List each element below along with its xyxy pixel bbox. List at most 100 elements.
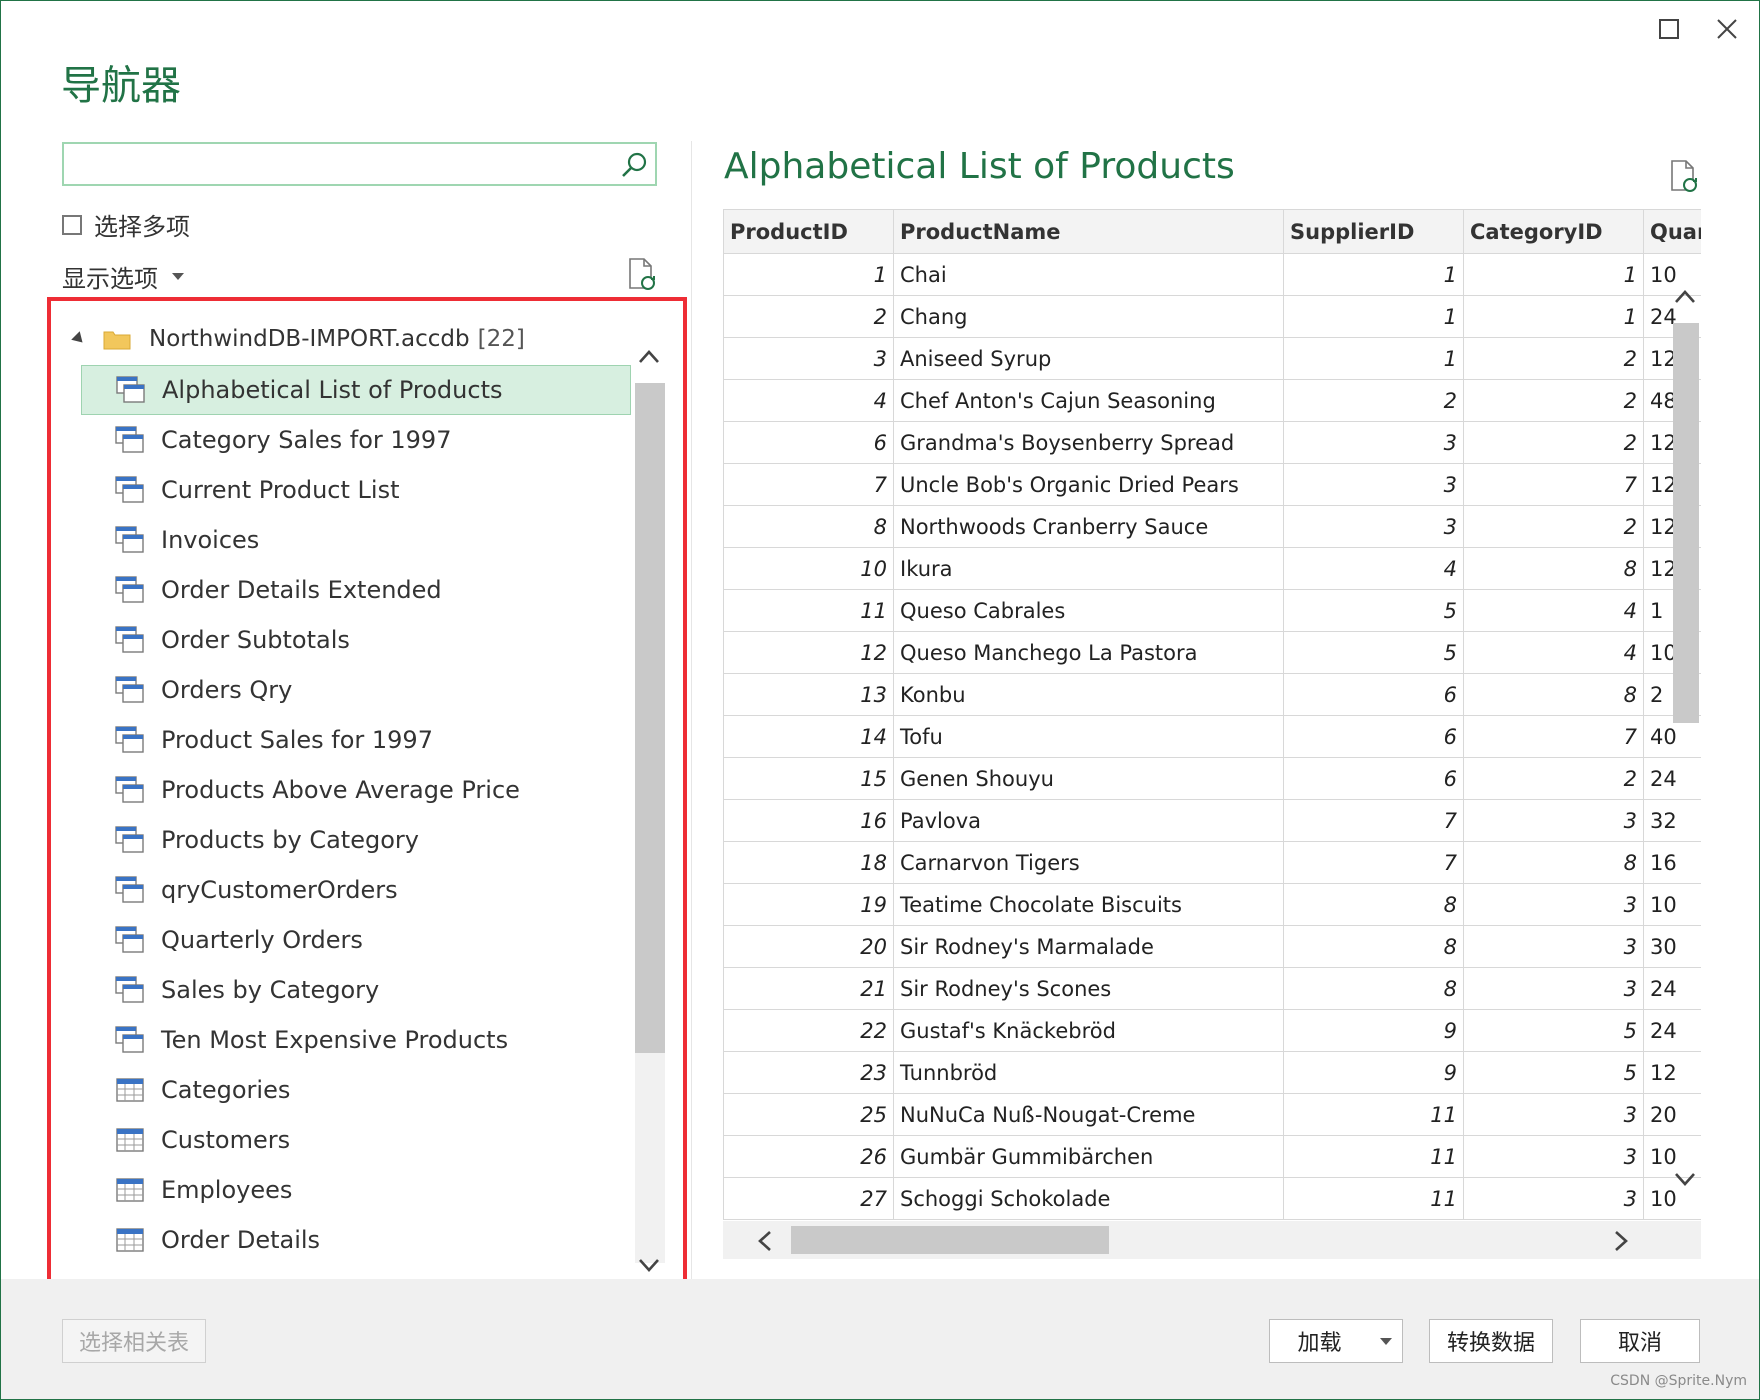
scroll-down-icon[interactable] bbox=[637, 1257, 661, 1275]
tree-item-label: qryCustomerOrders bbox=[161, 876, 398, 904]
view-icon bbox=[115, 476, 144, 503]
tree-item-label: Sales by Category bbox=[161, 976, 380, 1004]
transform-data-button[interactable]: 转换数据 bbox=[1429, 1319, 1553, 1363]
view-icon bbox=[115, 726, 144, 753]
cancel-button[interactable]: 取消 bbox=[1580, 1319, 1700, 1363]
table-cell: Sir Rodney's Marmalade bbox=[893, 925, 1284, 968]
select-multiple-toggle[interactable]: 选择多项 bbox=[62, 207, 190, 242]
tree-item[interactable]: Current Product List bbox=[81, 465, 631, 515]
tree-item-list: Alphabetical List of Products Category Sa… bbox=[81, 365, 631, 1265]
table-cell: Aniseed Syrup bbox=[893, 337, 1284, 380]
scroll-left-icon[interactable] bbox=[755, 1229, 773, 1253]
select-multiple-checkbox[interactable] bbox=[62, 214, 82, 235]
tree-scrollbar[interactable] bbox=[631, 315, 667, 1273]
select-related-tables-button[interactable]: 选择相关表 bbox=[62, 1319, 206, 1363]
table-cell: Chai bbox=[893, 253, 1284, 296]
table-cell: 5 bbox=[1283, 589, 1464, 632]
view-icon bbox=[115, 776, 144, 803]
table-cell: 3 bbox=[1463, 1093, 1644, 1136]
grid-horizontal-scrollbar[interactable] bbox=[723, 1221, 1701, 1259]
navigator-dialog: 导航器 选择多项 显示选项 NorthwindDB-IMPORT.accdb [… bbox=[0, 0, 1760, 1400]
tree-item[interactable]: Orders Qry bbox=[81, 665, 631, 715]
scroll-down-icon[interactable] bbox=[1673, 1171, 1697, 1189]
tree-item[interactable]: Quarterly Orders bbox=[81, 915, 631, 965]
tree-item[interactable]: Order Details Extended bbox=[81, 565, 631, 615]
table-cell: 3 bbox=[1463, 799, 1644, 842]
tree-item[interactable]: qryCustomerOrders bbox=[81, 865, 631, 915]
tree-item[interactable]: Alphabetical List of Products bbox=[81, 365, 631, 415]
tree-item[interactable]: Order Subtotals bbox=[81, 615, 631, 665]
table-cell: 5 bbox=[1283, 631, 1464, 674]
tree-item[interactable]: Category Sales for 1997 bbox=[81, 415, 631, 465]
table-cell: Chef Anton's Cajun Seasoning bbox=[893, 379, 1284, 422]
table-cell: 1 bbox=[1283, 253, 1464, 296]
search-box[interactable] bbox=[62, 142, 657, 186]
table-cell: 9 bbox=[1283, 1009, 1464, 1052]
column-header[interactable]: ProductName bbox=[893, 209, 1284, 254]
table-cell: 6 bbox=[1283, 715, 1464, 758]
column-header[interactable]: ProductID bbox=[723, 209, 894, 254]
column-header[interactable]: SupplierID bbox=[1283, 209, 1464, 254]
chevron-down-icon bbox=[172, 273, 184, 280]
table-cell: 8 bbox=[1283, 925, 1464, 968]
refresh-icon[interactable] bbox=[627, 257, 657, 291]
tree-item[interactable]: Sales by Category bbox=[81, 965, 631, 1015]
column-header[interactable]: CategoryID bbox=[1463, 209, 1644, 254]
tree-item-label: Invoices bbox=[161, 526, 260, 554]
maximize-icon bbox=[1659, 19, 1679, 39]
table-cell: 21 bbox=[723, 967, 894, 1010]
view-icon bbox=[116, 376, 145, 403]
load-options-button[interactable] bbox=[1369, 1319, 1403, 1363]
table-cell: 7 bbox=[1283, 799, 1464, 842]
tree-item-label: Orders Qry bbox=[161, 676, 293, 704]
view-icon bbox=[115, 576, 144, 603]
table-cell: 3 bbox=[1463, 1177, 1644, 1220]
table-cell: 2 bbox=[1463, 505, 1644, 548]
table-row: 25 NuNuCa Nuß-Nougat-Creme 11 3 20 bbox=[723, 1093, 1701, 1136]
table-cell: 27 bbox=[723, 1177, 894, 1220]
table-cell: 14 bbox=[723, 715, 894, 758]
tree-item[interactable]: Customers bbox=[81, 1115, 631, 1165]
expand-icon[interactable] bbox=[71, 331, 87, 347]
scroll-thumb[interactable] bbox=[791, 1226, 1109, 1254]
table-cell: Grandma's Boysenberry Spread bbox=[893, 421, 1284, 464]
table-cell: 4 bbox=[723, 379, 894, 422]
table-cell: 7 bbox=[723, 463, 894, 506]
scroll-right-icon[interactable] bbox=[1613, 1229, 1631, 1253]
search-icon[interactable] bbox=[619, 150, 649, 180]
tree-item[interactable]: Order Details bbox=[81, 1215, 631, 1265]
refresh-preview-icon[interactable] bbox=[1669, 159, 1699, 193]
table-cell: 16 bbox=[723, 799, 894, 842]
scroll-up-icon[interactable] bbox=[637, 347, 661, 365]
table-cell: Queso Manchego La Pastora bbox=[893, 631, 1284, 674]
table-cell: 4 bbox=[1463, 589, 1644, 632]
search-input[interactable] bbox=[72, 150, 596, 180]
scroll-up-icon[interactable] bbox=[1673, 287, 1697, 305]
close-button[interactable] bbox=[1707, 13, 1747, 45]
load-button[interactable]: 加载 bbox=[1269, 1319, 1370, 1363]
table-cell: 3 bbox=[1463, 1135, 1644, 1178]
table-row: 1 Chai 1 1 10 bbox=[723, 253, 1701, 296]
tree-item[interactable]: Ten Most Expensive Products bbox=[81, 1015, 631, 1065]
scroll-thumb[interactable] bbox=[635, 383, 665, 1053]
table-row: 14 Tofu 6 7 40 bbox=[723, 715, 1701, 758]
column-header[interactable]: Quan bbox=[1643, 209, 1701, 254]
tree-item[interactable]: Invoices bbox=[81, 515, 631, 565]
tree-item[interactable]: Products Above Average Price bbox=[81, 765, 631, 815]
grid-vertical-scrollbar[interactable] bbox=[1669, 281, 1701, 1201]
table-cell: 3 bbox=[1463, 883, 1644, 926]
scroll-thumb[interactable] bbox=[1673, 323, 1699, 723]
tree-root-database[interactable]: NorthwindDB-IMPORT.accdb [22] bbox=[71, 321, 525, 357]
maximize-button[interactable] bbox=[1649, 13, 1689, 45]
display-options-dropdown[interactable]: 显示选项 bbox=[62, 259, 184, 294]
table-cell: Ikura bbox=[893, 547, 1284, 590]
tree-item[interactable]: Categories bbox=[81, 1065, 631, 1115]
table-cell: Chang bbox=[893, 295, 1284, 338]
tree-item[interactable]: Product Sales for 1997 bbox=[81, 715, 631, 765]
view-icon bbox=[115, 526, 144, 553]
table-icon bbox=[116, 1228, 144, 1252]
table-cell: 20 bbox=[723, 925, 894, 968]
table-cell: 1 bbox=[1283, 337, 1464, 380]
tree-item[interactable]: Employees bbox=[81, 1165, 631, 1215]
tree-item[interactable]: Products by Category bbox=[81, 815, 631, 865]
